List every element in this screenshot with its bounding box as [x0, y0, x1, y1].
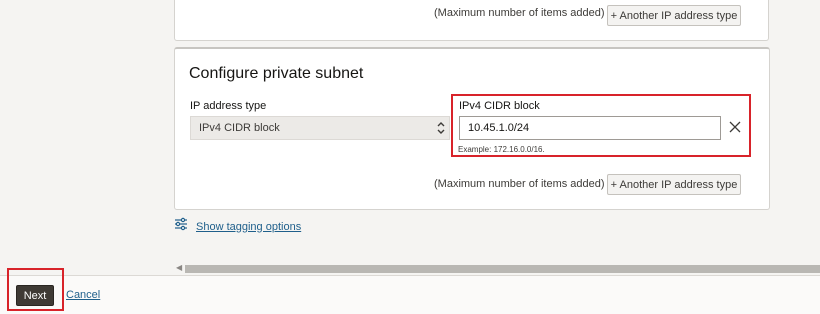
horizontal-scrollbar[interactable]: ◀ — [174, 263, 820, 274]
max-items-note: (Maximum number of items added) — [434, 178, 605, 190]
private-subnet-card: Configure private subnet IP address type… — [174, 47, 770, 210]
footer-bar — [0, 275, 820, 314]
tagging-options-toggle[interactable]: Show tagging options — [174, 217, 301, 236]
next-button[interactable]: Next — [16, 285, 54, 306]
previous-subnet-card: (Maximum number of items added) + Anothe… — [174, 0, 769, 41]
add-ip-type-button[interactable]: + Another IP address type — [607, 5, 741, 26]
add-ip-type-button[interactable]: + Another IP address type — [607, 174, 741, 195]
show-tagging-options-link[interactable]: Show tagging options — [196, 221, 301, 233]
cidr-label: IPv4 CIDR block — [459, 100, 540, 112]
ip-type-value: IPv4 CIDR block — [199, 122, 280, 134]
scrollbar-thumb[interactable] — [185, 265, 820, 273]
scroll-left-icon[interactable]: ◀ — [176, 263, 182, 272]
cancel-link[interactable]: Cancel — [66, 289, 100, 301]
clear-icon[interactable] — [727, 116, 743, 138]
cidr-input[interactable]: 10.45.1.0/24 — [459, 116, 721, 140]
section-title: Configure private subnet — [189, 65, 364, 82]
cidr-example: Example: 172.16.0.0/16. — [458, 145, 545, 154]
select-chevron-icon — [437, 120, 445, 136]
ip-type-select[interactable]: IPv4 CIDR block — [190, 116, 450, 140]
sliders-icon — [174, 217, 188, 236]
max-items-note: (Maximum number of items added) — [434, 7, 605, 19]
ip-type-label: IP address type — [190, 100, 267, 112]
